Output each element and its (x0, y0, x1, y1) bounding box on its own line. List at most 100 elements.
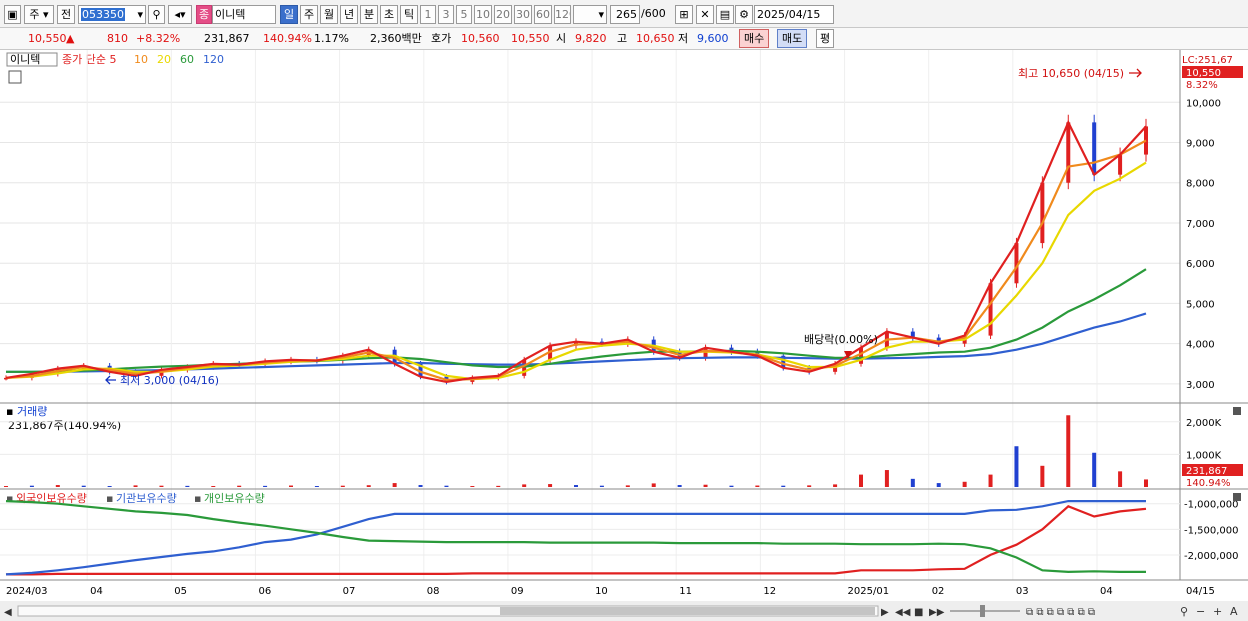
period-second-tab[interactable]: 초 (380, 5, 398, 24)
volume-bar (133, 485, 138, 487)
volume-close-icon[interactable] (1233, 407, 1241, 415)
stop-icon[interactable]: ■ (914, 607, 923, 618)
chevron-down-icon[interactable]: ▾ (137, 6, 143, 23)
dividend-annotation: 배당락(0.00%) (804, 333, 878, 346)
window-menu-icon[interactable]: ▣ (4, 5, 21, 24)
count-input[interactable]: 265 (610, 5, 640, 24)
volume-bar (237, 485, 242, 487)
minute-custom-select[interactable]: ▾ (573, 5, 607, 24)
period-month-tab[interactable]: 월 (320, 5, 338, 24)
stock-name-field[interactable]: 이니텍 (212, 5, 276, 24)
price-tick-label: 4,000 (1186, 340, 1215, 351)
minute-5-button[interactable]: 5 (456, 5, 472, 24)
cross-icon[interactable]: ✕ (696, 5, 714, 24)
auto-scale-icon[interactable]: A (1230, 605, 1238, 618)
speed-slider-handle[interactable] (980, 605, 985, 617)
period-month-label: 월 (323, 8, 335, 21)
period-week-label: 주 (303, 8, 315, 21)
turnover-rate: 1.17% (314, 32, 349, 45)
volume-bar (859, 474, 863, 487)
period-day-tab[interactable]: 일 (280, 5, 298, 24)
volume-bar (4, 486, 8, 487)
count-total: /600 (641, 7, 666, 20)
zoom-icon[interactable]: ⊞ (675, 5, 693, 24)
x-tick-label: 04 (90, 586, 103, 597)
stock-code-input[interactable]: 053350 ▾ (78, 5, 146, 24)
period-week-tab[interactable]: 주 (300, 5, 318, 24)
volume-bar (55, 485, 60, 487)
minute-5-label: 5 (460, 8, 468, 21)
x-axis-strip (0, 580, 1248, 600)
prev-button[interactable]: 전 (57, 5, 75, 24)
period-year-tab[interactable]: 년 (340, 5, 358, 24)
volume-bar (366, 485, 371, 487)
price-legend-item: 10 (134, 53, 148, 66)
gear-icon[interactable]: ⚙ (735, 5, 753, 24)
save-icon[interactable]: ▤ (716, 5, 734, 24)
sell-button[interactable]: 매도 (777, 29, 808, 48)
volume-tick-label: 1,000K (1186, 450, 1222, 461)
stock-name-value: 이니텍 (215, 8, 246, 21)
ask-price-2: 10,550 (511, 32, 550, 45)
holdings-tick-label: -2,000,000 (1184, 551, 1239, 562)
play-icon[interactable]: ▶▶ (929, 607, 945, 618)
minute-3-button[interactable]: 3 (438, 5, 454, 24)
layout-icons[interactable]: ⧉ ⧉ ⧉ ⧉ ⧉ ⧉ ⧉ (1026, 607, 1095, 618)
name-badge: 종 (196, 5, 212, 24)
speaker-icon[interactable]: ◂▾ (168, 5, 192, 24)
volume-bar (548, 484, 553, 487)
zoom-search-icon[interactable]: ⚲ (1180, 605, 1188, 618)
volume-bar (1014, 446, 1019, 487)
grid-toggle-icon[interactable] (8, 70, 22, 84)
scrollbar-thumb[interactable] (500, 607, 875, 615)
scroll-right-icon[interactable]: ▶ (881, 607, 889, 618)
period-tick-tab[interactable]: 틱 (400, 5, 418, 24)
minute-1-button[interactable]: 1 (420, 5, 436, 24)
quote-bar: 10,550 ▲ 810 +8.32% 231,867 140.94% 1.17… (0, 28, 1248, 50)
holdings-tick-label: -1,000,000 (1184, 500, 1239, 511)
stock-code-value: 053350 (81, 8, 125, 21)
volume-bar (340, 485, 345, 487)
candle-body (522, 359, 527, 376)
minute-20-label: 20 (496, 8, 510, 21)
ask-label: 호가 (431, 32, 452, 45)
volume-bar (29, 485, 34, 487)
average-button[interactable]: 평 (816, 29, 835, 48)
zoom-out-icon[interactable]: − (1196, 605, 1205, 618)
low-price: 9,600 (697, 32, 729, 45)
holdings-legend-item: 기관보유수량 (116, 492, 177, 505)
minute-1-label: 1 (424, 8, 432, 21)
minute-60-button[interactable]: 60 (534, 5, 552, 24)
volume-bar (1092, 452, 1097, 487)
minute-20-button[interactable]: 20 (494, 5, 512, 24)
holdings-y-ticks: -1,000,000 -1,500,000 -2,000,000 (1184, 500, 1239, 562)
minute-30-button[interactable]: 30 (514, 5, 532, 24)
minute-120-button[interactable]: 120 (554, 5, 571, 24)
volume-bar (314, 486, 319, 487)
price-tick-label: 3,000 (1186, 380, 1215, 391)
name-badge-label: 종 (198, 8, 210, 21)
zoom-in-icon[interactable]: + (1213, 605, 1222, 618)
date-input[interactable]: 2025/04/15 (754, 5, 834, 24)
price-tick-label: 8,000 (1186, 179, 1215, 190)
volume-subtitle: 231,867주(140.94%) (8, 419, 121, 432)
scroll-left-icon[interactable]: ◀ (4, 607, 12, 618)
market-type-select[interactable]: 주 ▾ (24, 5, 54, 24)
volume-bar (522, 484, 527, 487)
minute-10-button[interactable]: 10 (474, 5, 492, 24)
volume-bar (496, 485, 501, 487)
candle-body (988, 283, 993, 336)
search-icon[interactable]: ⚲ (148, 5, 165, 24)
volume-panel-marker: ▪ (6, 405, 13, 418)
rewind-icon[interactable]: ◀◀ (895, 607, 911, 618)
buy-button[interactable]: 매수 (739, 29, 770, 48)
period-minute-tab[interactable]: 분 (360, 5, 378, 24)
last-price-label: 10,550 (1186, 68, 1221, 79)
volume-bar (289, 485, 293, 487)
holdings-close-icon[interactable] (1233, 493, 1241, 501)
chart-canvas[interactable]: 이니텍 종가 단순 5 10 20 60 120 10,000 9,000 8,000 7,0… (0, 50, 1248, 621)
minute-3-label: 3 (442, 8, 450, 21)
x-tick-label: 10 (595, 586, 608, 597)
volume-bar (574, 485, 578, 487)
x-tick-label: 06 (258, 586, 271, 597)
